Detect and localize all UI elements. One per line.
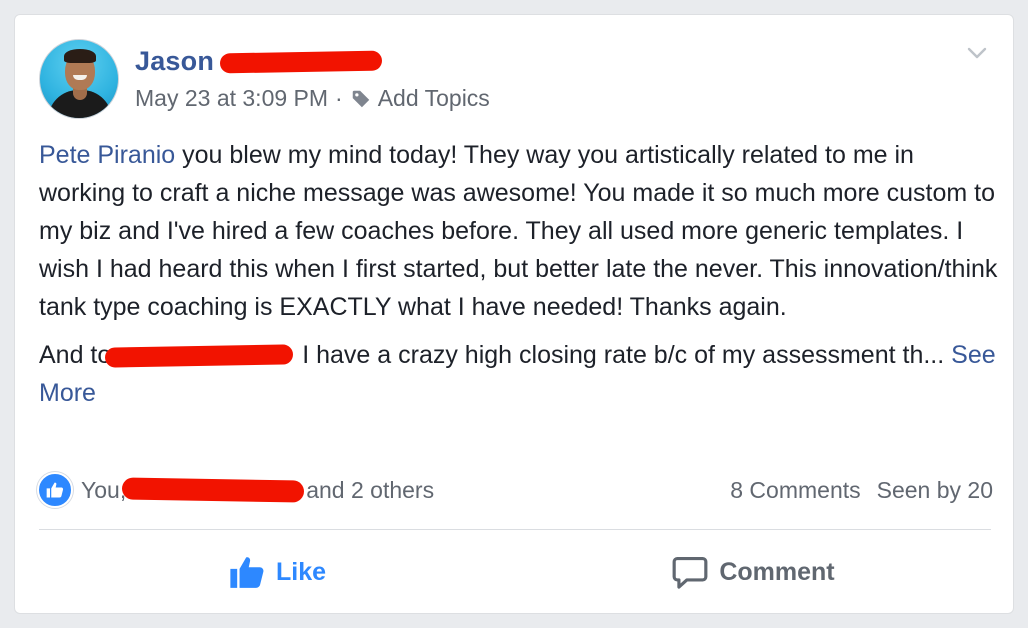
avatar-hair: [64, 49, 96, 63]
post-paragraph-2: And to I have a crazy high closing rate …: [39, 336, 999, 412]
author-avatar[interactable]: [39, 39, 119, 119]
reactors-suffix: and 2 others: [306, 476, 435, 503]
comment-icon: [672, 556, 708, 589]
chevron-down-icon[interactable]: [965, 41, 989, 65]
comment-label: Comment: [719, 557, 835, 586]
post-stats: 8 Comments Seen by 20: [730, 477, 993, 504]
paragraph-2-text: I have a crazy high closing rate b/c of …: [295, 341, 952, 369]
post-body: Pete Piranio you blew my mind today! The…: [39, 136, 999, 422]
meta-separator: ·: [335, 85, 343, 111]
post-meta: May 23 at 3:09 PM · Add Topics: [135, 85, 490, 112]
post-card: Jason May 23 at 3:09 PM · Add Topics Pet…: [14, 14, 1014, 614]
comment-button[interactable]: Comment: [515, 539, 991, 605]
post-timestamp[interactable]: May 23 at 3:09 PM: [135, 85, 328, 112]
like-button[interactable]: Like: [39, 539, 515, 605]
post-paragraph-1: Pete Piranio you blew my mind today! The…: [39, 136, 999, 326]
comments-count-link[interactable]: 8 Comments: [730, 477, 860, 504]
author-row: Jason: [135, 43, 383, 79]
thumbs-up-icon: [37, 472, 73, 508]
like-label: Like: [275, 557, 327, 586]
post-actions: Like Comment: [39, 539, 991, 605]
reactions-summary: You, and 2 others 8 Comments Seen by 20: [37, 470, 993, 510]
reactors[interactable]: You, and 2 others: [37, 472, 434, 508]
seen-by-link[interactable]: Seen by 20: [877, 477, 993, 504]
mention-link[interactable]: Pete Piranio: [39, 141, 175, 169]
redacted-mention: [105, 344, 294, 369]
tag-icon: [352, 90, 369, 107]
reactors-prefix: You,: [81, 476, 127, 503]
actions-divider: [39, 529, 991, 530]
paragraph-1-text: you blew my mind today! They way you art…: [39, 141, 998, 321]
author-name[interactable]: Jason: [135, 46, 214, 77]
redacted-last-name: [219, 50, 383, 74]
add-topics-link[interactable]: Add Topics: [378, 85, 490, 112]
redacted-reactor-name: [122, 477, 305, 503]
paragraph-2-start: And to: [39, 341, 112, 369]
like-icon: [230, 557, 264, 588]
